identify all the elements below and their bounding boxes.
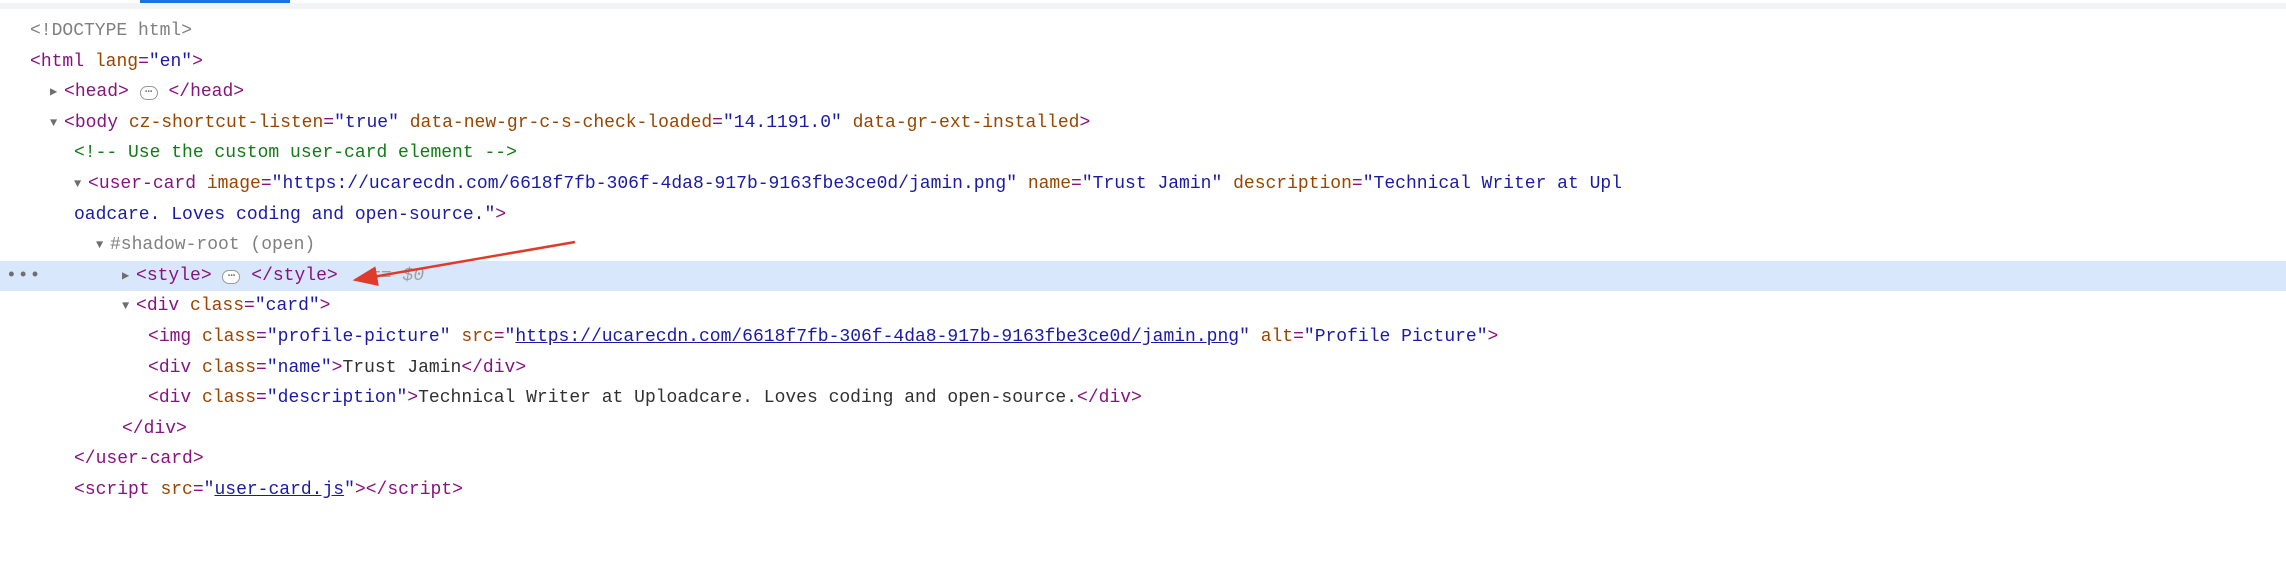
gutter-menu-icon[interactable]: ••• [6, 261, 41, 292]
expand-toggle-icon[interactable]: ▶ [50, 82, 64, 102]
doctype-text: <!DOCTYPE html> [30, 21, 192, 41]
head-node[interactable]: ▶<head> ⋯ </head> [0, 77, 2286, 108]
img-node[interactable]: <img class="profile-picture" src="https:… [0, 322, 2286, 353]
shadow-root-node[interactable]: ▼#shadow-root (open) [0, 230, 2286, 261]
user-card-close-tag[interactable]: </user-card> [0, 444, 2286, 475]
collapsed-badge-icon[interactable]: ⋯ [222, 270, 240, 284]
user-card-open-tag-wrap[interactable]: oadcare. Loves coding and open-source."> [0, 200, 2286, 231]
description-div-node[interactable]: <div class="description">Technical Write… [0, 383, 2286, 414]
card-div-close[interactable]: </div> [0, 414, 2286, 445]
collapse-toggle-icon[interactable]: ▼ [74, 174, 88, 194]
card-div-open[interactable]: ▼<div class="card"> [0, 291, 2286, 322]
img-src-link[interactable]: https://ucarecdn.com/6618f7fb-306f-4da8-… [515, 327, 1239, 347]
body-open-tag[interactable]: ▼<body cz-shortcut-listen="true" data-ne… [0, 108, 2286, 139]
collapse-toggle-icon[interactable]: ▼ [50, 113, 64, 133]
script-node[interactable]: <script src="user-card.js"></script> [0, 475, 2286, 506]
expand-toggle-icon[interactable]: ▶ [122, 266, 136, 286]
html-open-tag[interactable]: <html lang="en"> [0, 47, 2286, 78]
user-card-open-tag[interactable]: ▼<user-card image="https://ucarecdn.com/… [0, 169, 2286, 200]
doctype-node[interactable]: <!DOCTYPE html> [0, 16, 2286, 47]
collapsed-badge-icon[interactable]: ⋯ [140, 86, 158, 100]
comment-node[interactable]: <!-- Use the custom user-card element --… [0, 138, 2286, 169]
selected-element-hint: == $0 [370, 266, 424, 286]
script-src-link[interactable]: user-card.js [214, 480, 344, 500]
devtools-elements-panel: <!DOCTYPE html> <html lang="en"> ▶<head>… [0, 0, 2286, 514]
style-node-selected[interactable]: ••• ▶<style> ⋯ </style> == $0 [0, 261, 2286, 292]
name-div-node[interactable]: <div class="name">Trust Jamin</div> [0, 353, 2286, 384]
collapse-toggle-icon[interactable]: ▼ [122, 296, 136, 316]
collapse-toggle-icon[interactable]: ▼ [96, 235, 110, 255]
panel-top-edge [0, 3, 2286, 9]
